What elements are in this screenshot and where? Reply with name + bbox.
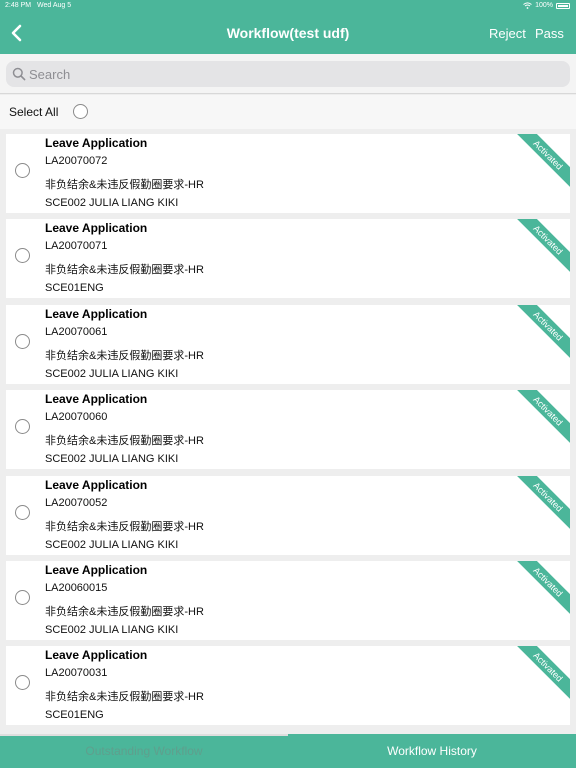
item-radio[interactable]	[15, 504, 30, 520]
item-description: 非负结余&未违反假勤圈要求-HR	[45, 605, 204, 618]
status-bar: 2:48 PM Wed Aug 5 100%	[0, 0, 576, 12]
status-date: Wed Aug 5	[37, 2, 72, 9]
list-item[interactable]: Leave Application LA20070061 非负结余&未违反假勤圈…	[6, 304, 570, 384]
status-badge: Activated	[510, 134, 570, 193]
list-item[interactable]: Leave Application LA20060015 非负结余&未违反假勤圈…	[6, 560, 570, 640]
search-bar: Search	[0, 54, 576, 94]
search-placeholder: Search	[29, 67, 71, 82]
item-description: 非负结余&未违反假勤圈要求-HR	[45, 264, 204, 277]
item-description: 非负结余&未违反假勤圈要求-HR	[45, 435, 204, 448]
workflow-list: Leave Application LA20070072 非负结余&未违反假勤圈…	[6, 134, 570, 732]
item-title: Leave Application	[45, 136, 148, 150]
list-item[interactable]: Leave Application LA20070071 非负结余&未违反假勤圈…	[6, 219, 570, 299]
list-item[interactable]: Leave Application LA20070031 非负结余&未违反假勤圈…	[6, 646, 570, 726]
status-badge: Activated	[510, 390, 570, 449]
item-user: SCE002 JULIA LIANG KIKI	[45, 367, 179, 380]
select-all-row: Select All	[0, 95, 576, 129]
item-title: Leave Application	[45, 477, 148, 492]
chevron-left-icon	[11, 24, 22, 42]
item-title: Leave Application	[45, 562, 148, 577]
item-title: Leave Application	[45, 306, 148, 321]
item-user: SCE002 JULIA LIANG KIKI	[45, 453, 179, 466]
item-radio[interactable]	[15, 419, 30, 435]
status-time: 2:48 PM	[5, 2, 32, 9]
reject-button[interactable]: Reject	[489, 26, 526, 41]
search-icon	[12, 67, 26, 81]
item-description: 非负结余&未违反假勤圈要求-HR	[45, 691, 204, 704]
list-item[interactable]: Leave Application LA20070052 非负结余&未违反假勤圈…	[6, 475, 570, 555]
item-code: LA20070061	[45, 325, 108, 338]
item-user: SCE01ENG	[45, 282, 104, 295]
item-code: LA20070052	[45, 496, 108, 509]
item-title: Leave Application	[45, 392, 148, 407]
wifi-icon	[523, 2, 532, 9]
item-code: LA20070031	[45, 667, 108, 680]
item-user: SCE002 JULIA LIANG KIKI	[45, 197, 179, 209]
item-user: SCE002 JULIA LIANG KIKI	[45, 623, 179, 636]
item-description: 非负结余&未违反假勤圈要求-HR	[45, 179, 204, 191]
pass-button[interactable]: Pass	[535, 26, 564, 41]
tab-bar: Outstanding Workflow Workflow History	[0, 734, 576, 768]
item-description: 非负结余&未违反假勤圈要求-HR	[45, 349, 204, 362]
item-description: 非负结余&未违反假勤圈要求-HR	[45, 520, 204, 533]
tab-outstanding-workflow[interactable]: Outstanding Workflow	[0, 734, 288, 768]
status-right: 100%	[523, 2, 570, 9]
item-code: LA20070060	[45, 411, 108, 424]
battery-icon	[556, 2, 570, 9]
back-button[interactable]	[6, 22, 26, 44]
item-user: SCE01ENG	[45, 709, 104, 722]
item-code: LA20070071	[45, 240, 108, 253]
status-badge: Activated	[510, 219, 570, 278]
select-all-radio[interactable]	[73, 104, 88, 119]
search-input[interactable]: Search	[6, 61, 570, 87]
list-item[interactable]: Leave Application LA20070072 非负结余&未违反假勤圈…	[6, 134, 570, 213]
status-badge: Activated	[510, 560, 570, 620]
item-radio[interactable]	[15, 163, 30, 178]
item-code: LA20070072	[45, 155, 108, 167]
status-badge: Activated	[510, 475, 570, 535]
status-badge: Activated	[510, 304, 570, 364]
item-title: Leave Application	[45, 648, 148, 663]
item-radio[interactable]	[15, 248, 30, 264]
item-radio[interactable]	[15, 675, 30, 691]
status-badge: Activated	[510, 646, 570, 705]
item-title: Leave Application	[45, 221, 148, 236]
item-radio[interactable]	[15, 333, 30, 349]
select-all-label: Select All	[9, 105, 59, 119]
item-radio[interactable]	[15, 589, 30, 605]
tab-workflow-history[interactable]: Workflow History	[288, 734, 576, 768]
item-code: LA20060015	[45, 581, 108, 594]
list-item[interactable]: Leave Application LA20070060 非负结余&未违反假勤圈…	[6, 390, 570, 470]
nav-bar: Workflow(test udf) Reject Pass	[0, 12, 576, 54]
battery-percent: 100%	[535, 2, 553, 9]
item-user: SCE002 JULIA LIANG KIKI	[45, 538, 179, 551]
